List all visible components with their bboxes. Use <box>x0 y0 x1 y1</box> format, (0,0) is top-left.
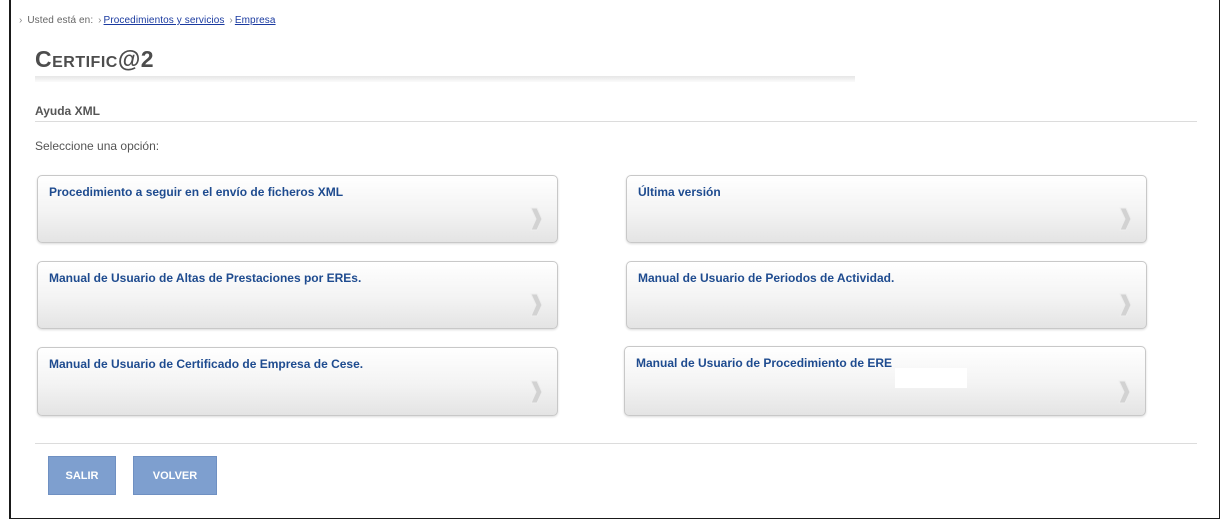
back-button[interactable]: VOLVER <box>133 456 217 495</box>
redaction-patch <box>895 368 967 388</box>
chevron-right-icon <box>1119 293 1132 317</box>
chevron-right-icon <box>530 380 543 404</box>
chevron-right-icon <box>530 207 543 231</box>
option-label: Manual de Usuario de Certificado de Empr… <box>49 357 364 371</box>
chevron-right-icon <box>530 293 543 317</box>
option-card-procedimiento-ere[interactable]: Manual de Usuario de Procedimiento de ER… <box>624 346 1146 416</box>
option-card-periodos-actividad[interactable]: Manual de Usuario de Periodos de Activid… <box>626 261 1147 329</box>
breadcrumb-link-empresa[interactable]: Empresa <box>235 15 276 26</box>
select-prompt: Seleccione una opción: <box>35 139 160 153</box>
chevron-right-icon <box>1118 380 1131 404</box>
option-card-certificado-cese[interactable]: Manual de Usuario de Certificado de Empr… <box>37 347 558 416</box>
breadcrumb-link-procedimientos[interactable]: Procedimientos y servicios <box>104 15 225 26</box>
chevron-right-icon <box>1119 207 1132 231</box>
option-label: Manual de Usuario de Procedimiento de ER… <box>636 356 893 370</box>
option-card-envio-xml[interactable]: Procedimiento a seguir en el envío de fi… <box>37 175 558 243</box>
breadcrumb-separator-icon: › <box>229 15 233 26</box>
exit-button[interactable]: SALIR <box>48 456 116 495</box>
option-label: Manual de Usuario de Altas de Prestacion… <box>49 271 362 285</box>
divider <box>35 443 1197 444</box>
option-card-altas-eres[interactable]: Manual de Usuario de Altas de Prestacion… <box>37 261 558 329</box>
title-underline <box>35 76 855 82</box>
breadcrumb-separator-icon: › <box>98 15 102 26</box>
breadcrumb-prefix: Usted está en: <box>27 15 94 26</box>
option-label: Manual de Usuario de Periodos de Activid… <box>638 271 895 285</box>
option-card-ultima-version[interactable]: Última versión <box>626 175 1147 243</box>
breadcrumb-separator-icon: › <box>19 15 23 26</box>
breadcrumb: › Usted está en: › Procedimientos y servi… <box>17 15 276 26</box>
divider <box>35 121 1197 122</box>
option-label: Procedimiento a seguir en el envío de fi… <box>49 185 344 199</box>
section-title: Ayuda XML <box>35 104 100 118</box>
page-title: Certific@2 <box>35 46 155 72</box>
option-label: Última versión <box>638 185 721 199</box>
